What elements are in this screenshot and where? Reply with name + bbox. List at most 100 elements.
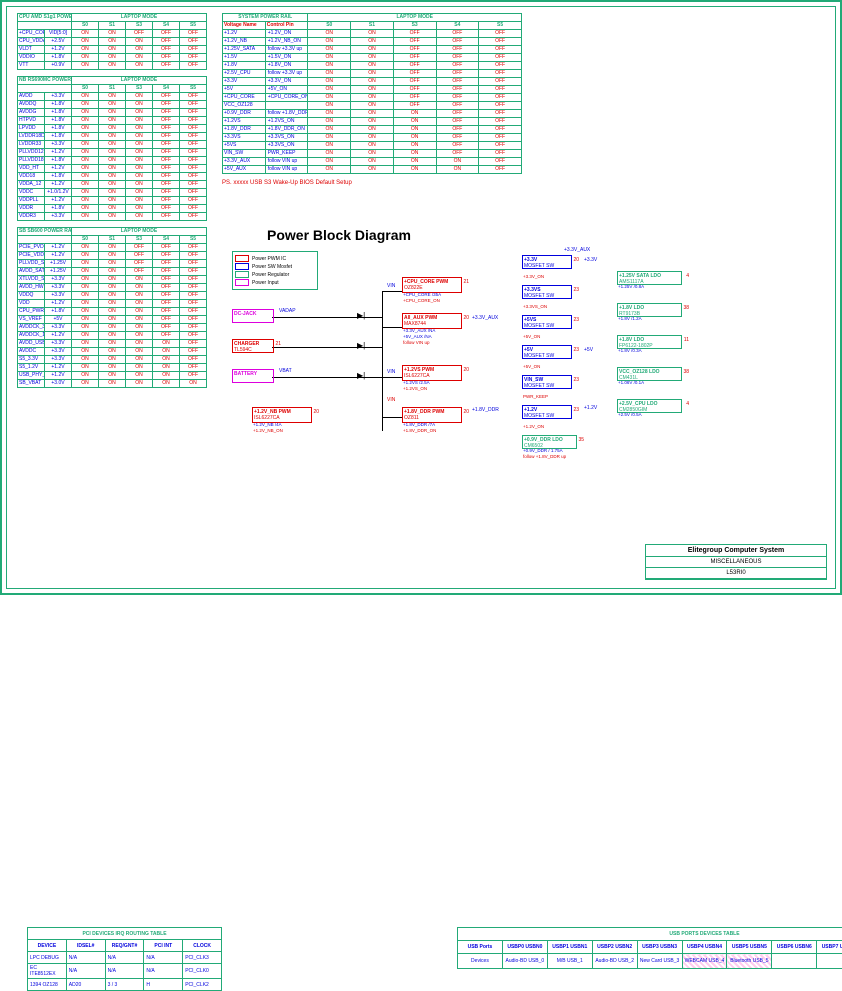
sys-state: ON <box>351 46 394 54</box>
rail-table: SB SB600 POWER RAILLAPTOP MODES0S1S3S4S5… <box>17 227 207 388</box>
rail-voltage: +3.3V <box>45 93 72 101</box>
rail-state: OFF <box>126 260 153 268</box>
rail-voltage: +1.8V <box>45 117 72 125</box>
sys-state: ON <box>308 38 351 46</box>
legend: Power PWM IC Power SW Mosfet Power Regul… <box>232 251 318 290</box>
rail-state: OFF <box>153 197 180 205</box>
rail-state: ON <box>99 165 126 173</box>
usb-header: USBP0 USBN0 <box>502 941 547 954</box>
rail-state: ON <box>99 133 126 141</box>
rail-state: OFF <box>180 332 207 340</box>
rail-state: OFF <box>180 38 207 46</box>
sys-state: ON <box>351 54 394 62</box>
rail-title: NB RS690MC POWER RAIL <box>18 77 72 85</box>
rail-state: ON <box>126 62 153 70</box>
sys-control-pin: follow +1.8V_DDR up <box>265 110 308 118</box>
sys-state: ON <box>351 78 394 86</box>
sys-rail-name: +1.2V_NB <box>223 38 266 46</box>
rail-state: OFF <box>180 244 207 252</box>
sys-state: ON <box>308 110 351 118</box>
rail-state: ON <box>72 364 99 372</box>
rail-name: S5_3.3V <box>18 356 45 364</box>
rail-state: ON <box>126 117 153 125</box>
sys-state: OFF <box>436 118 479 126</box>
usb-device: Audio-BD USB_0 <box>502 954 547 969</box>
rail-voltage: +3.3V <box>45 340 72 348</box>
rail-state: OFF <box>153 260 180 268</box>
sys-control-pin: follow +3.3V up <box>265 46 308 54</box>
rail-state: OFF <box>153 46 180 54</box>
sys-state: ON <box>393 166 436 174</box>
pci-cell: EC ITE8512EX <box>28 964 67 979</box>
rail-name: AVDDCK_3.3V <box>18 324 45 332</box>
dc-jack-block: DC-JACK VADAP <box>232 309 274 323</box>
sys-state: ON <box>308 86 351 94</box>
rail-state: OFF <box>126 268 153 276</box>
rail-state: ON <box>72 133 99 141</box>
rail-state: ON <box>126 197 153 205</box>
rail-name: HTPVD <box>18 117 45 125</box>
mode-label: LAPTOP MODE <box>308 14 522 22</box>
rail-voltage: +3.3V <box>45 141 72 149</box>
m33s: +3.3VSMOSFET SW23+3.3VS_ON <box>522 285 572 299</box>
sys-state: OFF <box>436 86 479 94</box>
rail-state: OFF <box>180 181 207 189</box>
sys-control-pin: +3.3VS_ON <box>265 142 308 150</box>
sys-state: ON <box>308 158 351 166</box>
usb-header: USBP3 USBN3 <box>637 941 682 954</box>
sys-control-pin: +3.3VS_ON <box>265 134 308 142</box>
rail-name: AVDD_HWM <box>18 284 45 292</box>
usb-device: M/B USB_1 <box>547 954 592 969</box>
battery-block: BATTERY VBAT <box>232 369 274 383</box>
rail-state: ON <box>72 268 99 276</box>
rail-name: VDDA_12 <box>18 181 45 189</box>
sys-state: OFF <box>436 62 479 70</box>
rail-state: OFF <box>153 244 180 252</box>
sys-state: ON <box>308 126 351 134</box>
rail-state: OFF <box>180 356 207 364</box>
rail-state: OFF <box>180 252 207 260</box>
rail-state: OFF <box>180 324 207 332</box>
sys-state: ON <box>393 134 436 142</box>
rail-state: OFF <box>153 149 180 157</box>
rail-name: VDDR3 <box>18 213 45 221</box>
rail-state: ON <box>72 380 99 388</box>
rail-state: ON <box>126 356 153 364</box>
sys-state: ON <box>351 62 394 70</box>
cpu-core-pwm: +CPU_CORE PWMOZ822E21 +CPU_CORE /35A+CPU… <box>402 277 462 293</box>
sys-title: SYSTEM POWER RAIL <box>223 14 308 22</box>
rail-state: ON <box>72 30 99 38</box>
sys-state: OFF <box>393 86 436 94</box>
rail-state: OFF <box>180 372 207 380</box>
rail-state: ON <box>72 173 99 181</box>
rail-state: OFF <box>180 165 207 173</box>
sys-state: ON <box>351 102 394 110</box>
rail-name: VDDIO <box>18 54 45 62</box>
rail-voltage: +3.0V <box>45 380 72 388</box>
usb-device: Bluetooth USB_5 <box>727 954 772 969</box>
rail-voltage: +1.2V <box>45 46 72 54</box>
rail-state: ON <box>99 308 126 316</box>
sys-rail-name: +1.25V_SATA <box>223 46 266 54</box>
sys-state: OFF <box>393 62 436 70</box>
usb-header: USB Ports <box>458 941 503 954</box>
rail-name: AVDD_USB <box>18 340 45 348</box>
rail-voltage: +1.8V <box>45 308 72 316</box>
rail-name: VDD <box>18 300 45 308</box>
power-block-diagram: Power PWM IC Power SW Mosfet Power Regul… <box>232 247 802 447</box>
sys-state: OFF <box>393 70 436 78</box>
rail-state: ON <box>72 141 99 149</box>
rail-state: ON <box>126 316 153 324</box>
rail-state: OFF <box>153 38 180 46</box>
rail-state: ON <box>72 260 99 268</box>
usb-device: New Card USB_3 <box>637 954 682 969</box>
pci-header: IDSEL# <box>66 940 105 952</box>
mode-label: LAPTOP MODE <box>72 228 207 236</box>
rail-state: ON <box>99 38 126 46</box>
rail-name: VDDPLL <box>18 197 45 205</box>
rail-state: ON <box>72 109 99 117</box>
rail-voltage: +1.2V <box>45 252 72 260</box>
rail-state: ON <box>99 284 126 292</box>
sys-state: OFF <box>393 46 436 54</box>
rail-state: OFF <box>180 300 207 308</box>
